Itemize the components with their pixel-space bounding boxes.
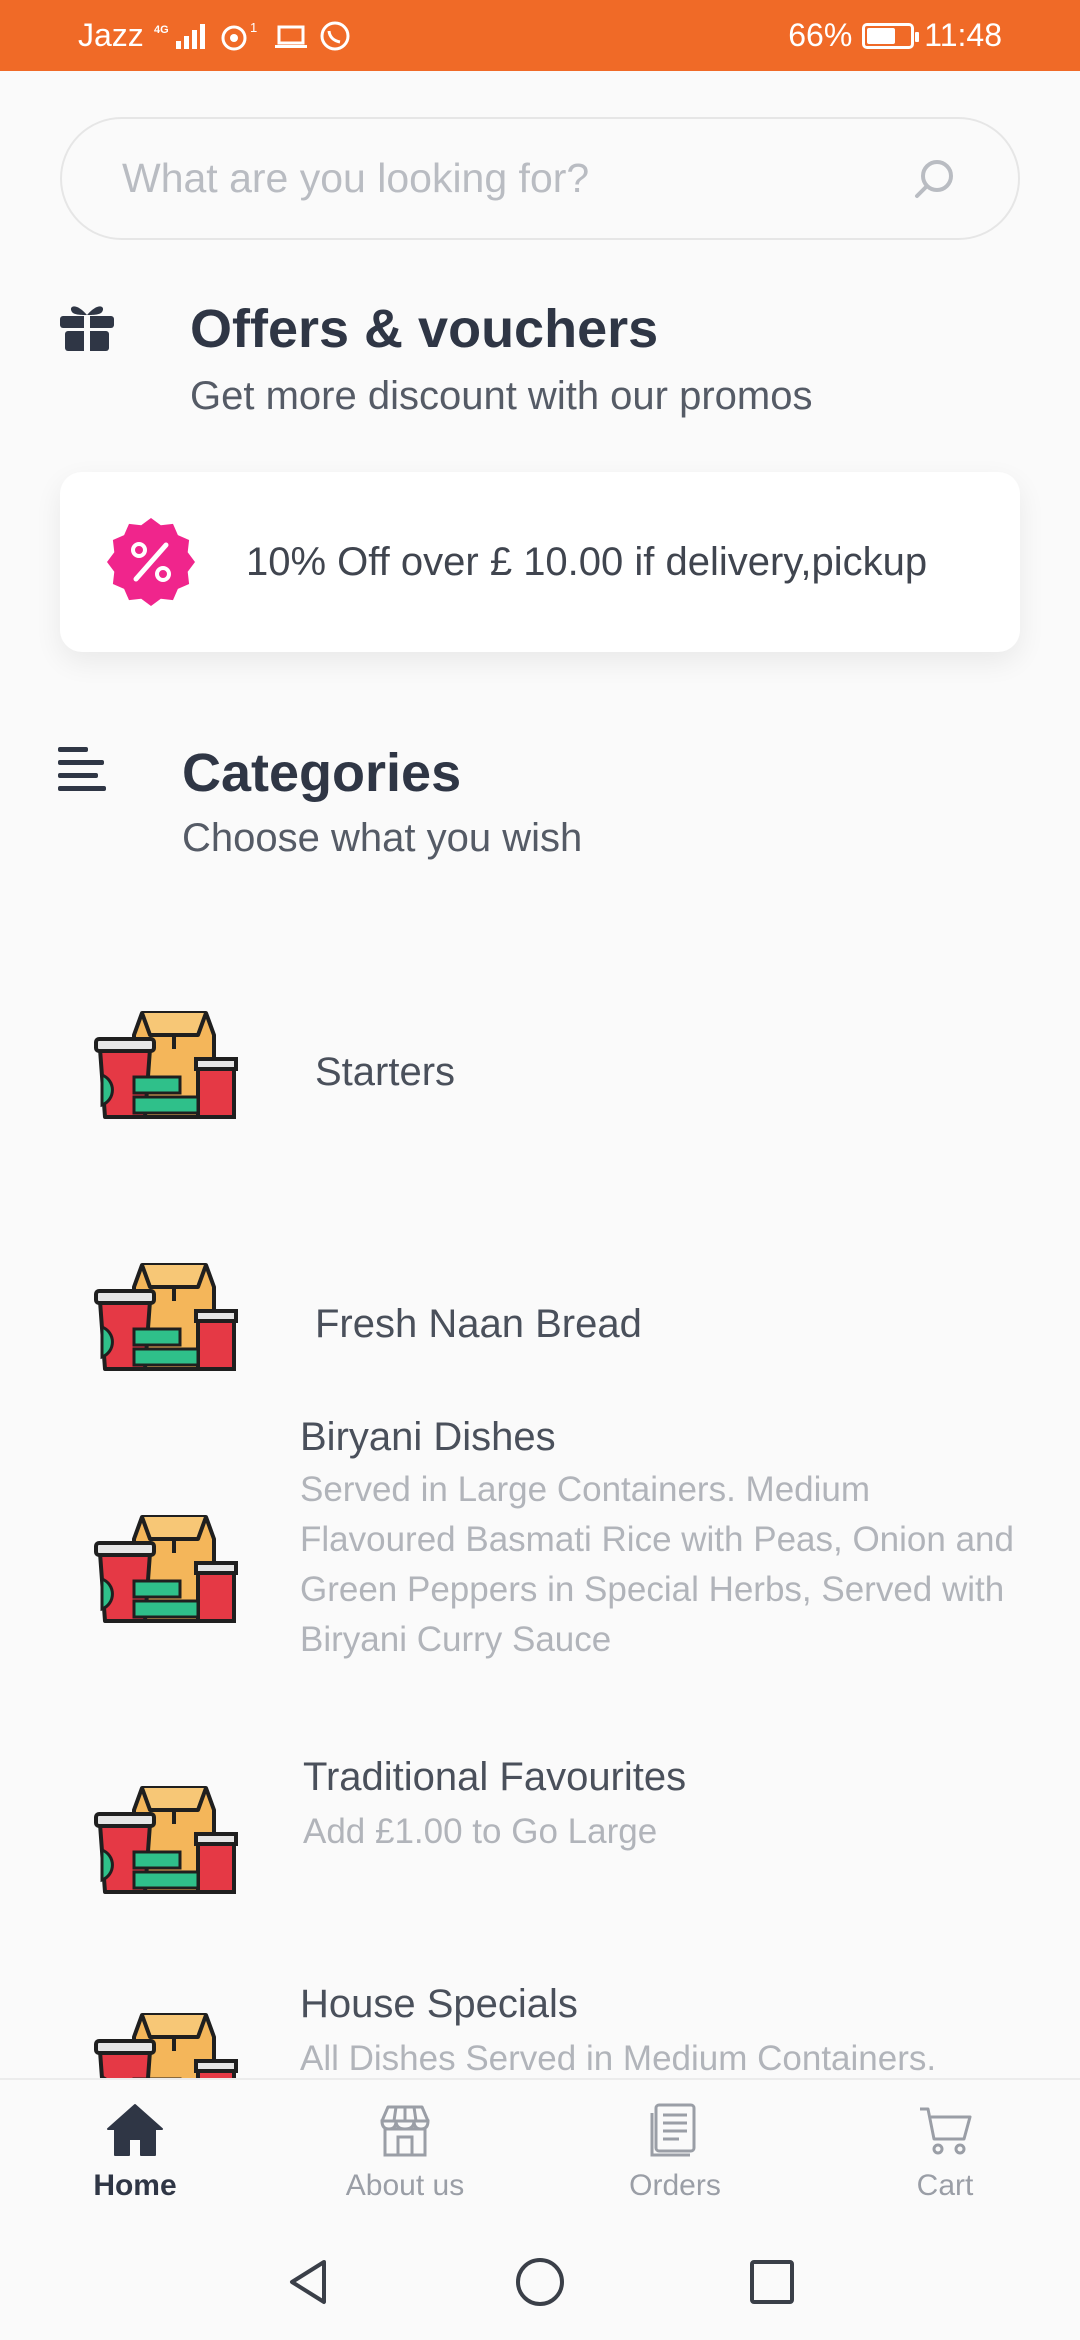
clock: 11:48 [924, 17, 1002, 53]
nav-label: Orders [629, 2169, 721, 2202]
category-description: Served in Large Containers. Medium Flavo… [300, 1470, 1014, 1659]
store-icon [380, 2105, 430, 2157]
offers-title: Offers & vouchers [190, 299, 659, 359]
cart-icon [920, 2107, 972, 2155]
battery-percent: 66% [788, 17, 853, 53]
takeaway-food-icon [94, 1786, 238, 1894]
offer-text: 10% Off over £ 10.00 if delivery,pickup [246, 539, 928, 584]
category-name: House Specials [300, 1982, 578, 2026]
category-item-traditional[interactable]: Traditional Favourites Add £1.00 to Go L… [0, 1755, 1080, 1955]
sim-number: 1 [250, 21, 257, 35]
category-item-house-specials[interactable]: House Specials All Dishes Served in Medi… [0, 1982, 1080, 2078]
menu-list-icon [58, 747, 106, 791]
category-name: Biryani Dishes [300, 1415, 556, 1459]
search-bar[interactable] [60, 117, 1020, 240]
nav-label: About us [345, 2169, 465, 2202]
takeaway-food-icon [94, 2013, 238, 2078]
categories-title: Categories [182, 743, 462, 803]
carrier-name: Jazz [78, 17, 144, 53]
home-icon [107, 2104, 163, 2156]
categories-subtitle: Choose what you wish [182, 816, 583, 860]
category-name: Traditional Favourites [303, 1755, 687, 1799]
discount-badge-icon [107, 518, 195, 606]
offers-subtitle: Get more discount with our promos [190, 374, 813, 418]
category-description: All Dishes Served in Medium Containers. [300, 2039, 937, 2078]
category-item-naan[interactable]: Fresh Naan Bread [0, 1222, 1080, 1422]
receipt-icon [650, 2103, 696, 2157]
whatsapp-icon [318, 19, 352, 53]
gift-icon [60, 306, 114, 352]
battery-icon [862, 22, 920, 49]
status-right: 66% 11:48 [788, 17, 1002, 54]
home-button-icon[interactable] [514, 2256, 566, 2308]
takeaway-food-icon [94, 1515, 238, 1623]
back-icon[interactable] [282, 2256, 334, 2308]
search-input[interactable] [122, 155, 912, 202]
nav-orders[interactable]: Orders [540, 2080, 810, 2224]
takeaway-food-icon [94, 1263, 238, 1371]
nav-label: Cart [916, 2169, 974, 2202]
system-navigation-bar [0, 2224, 1080, 2340]
search-icon[interactable] [912, 156, 958, 202]
category-item-biryani[interactable]: Biryani Dishes Served in Large Container… [0, 1415, 1080, 1685]
category-name: Starters [315, 1050, 456, 1094]
battery-fill [867, 27, 896, 44]
category-item-starters[interactable]: Starters [0, 970, 1080, 1170]
nav-label: Home [93, 2169, 177, 2202]
offer-card[interactable]: 10% Off over £ 10.00 if delivery,pickup [60, 472, 1020, 652]
signal-icon: 4G [154, 21, 208, 51]
hotspot-icon: 1 [218, 21, 264, 51]
recents-icon[interactable] [746, 2256, 798, 2308]
category-description: Add £1.00 to Go Large [303, 1812, 658, 1851]
nav-home[interactable]: Home [0, 2080, 270, 2224]
bottom-navigation: Home About us Orders Cart [0, 2078, 1080, 2224]
category-list: Starters Fresh Naan Bread Biryani Dishes… [0, 930, 1080, 2078]
category-name: Fresh Naan Bread [315, 1302, 642, 1346]
status-left: Jazz 4G 1 [78, 17, 352, 54]
nav-cart[interactable]: Cart [810, 2080, 1080, 2224]
takeaway-food-icon [94, 1011, 238, 1119]
status-bar: Jazz 4G 1 66% 11:48 [0, 0, 1080, 71]
network-type: 4G [154, 24, 169, 36]
laptop-icon [274, 21, 308, 51]
nav-about-us[interactable]: About us [270, 2080, 540, 2224]
